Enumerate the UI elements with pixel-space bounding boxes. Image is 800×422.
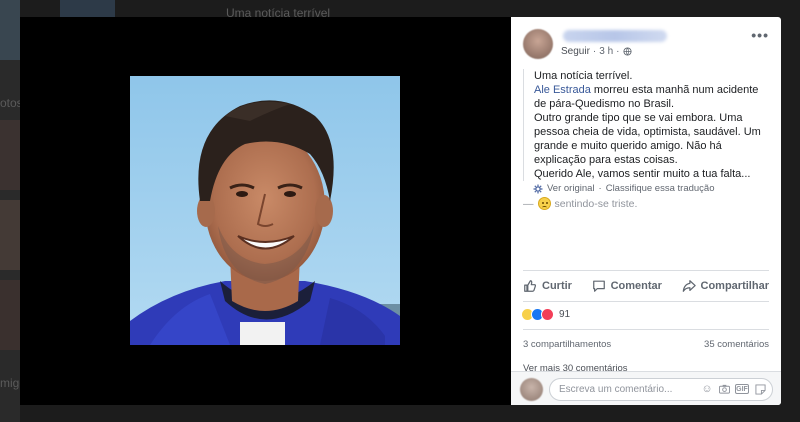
globe-icon[interactable] [622, 47, 632, 56]
see-original-link[interactable]: Ver original [547, 183, 595, 194]
post-photo[interactable] [130, 76, 400, 345]
view-more-comments-link[interactable]: Ver mais 30 comentários [523, 363, 628, 371]
like-label: Curtir [542, 280, 572, 292]
divider [523, 329, 769, 330]
camera-icon[interactable] [718, 383, 730, 395]
share-label: Compartilhar [700, 280, 769, 292]
feeling-text: sentindo-se triste. [554, 197, 638, 210]
feeling-row: — sentindo-se triste. [523, 197, 637, 210]
reaction-count: 91 [559, 309, 571, 320]
background-image [60, 0, 115, 18]
reaction-summary[interactable]: 91 [521, 308, 570, 321]
post-line: Querido Ale, vamos sentir muito a tua fa… [534, 168, 751, 180]
post-meta: Seguir · 3 h · [561, 46, 632, 57]
gif-icon[interactable]: GIF [735, 384, 749, 394]
meta-separator: · [592, 46, 597, 57]
background-thumbnail [0, 280, 20, 350]
sad-face-icon [537, 197, 551, 210]
divider [523, 301, 769, 302]
like-button[interactable]: Curtir [523, 279, 572, 293]
background-thumbnail [0, 200, 20, 270]
composer-icons: ☺ GIF [701, 383, 766, 395]
comment-input[interactable]: Escreva um comentário... ☺ GIF [549, 378, 773, 401]
comments-count[interactable]: 35 comentários [704, 339, 769, 350]
portrait-image [130, 76, 400, 345]
comment-label: Comentar [610, 280, 662, 292]
thumbs-up-icon [524, 280, 537, 292]
comment-composer: Escreva um comentário... ☺ GIF [511, 371, 781, 405]
post-time[interactable]: 3 h [599, 46, 613, 57]
post-text: Uma notícia terrível. Ale Estrada morreu… [523, 69, 771, 181]
background-thumbnail [0, 120, 20, 190]
post-line: Ale Estrada morreu esta manhã num aciden… [534, 83, 771, 111]
sticker-icon[interactable] [754, 383, 766, 395]
meta-separator: · [616, 46, 620, 57]
post-line: Uma notícia terrível. [534, 70, 633, 82]
feeling-dash: — [523, 197, 534, 210]
share-icon [682, 280, 696, 292]
separator: · [598, 183, 602, 194]
mention-link[interactable]: Ale Estrada [534, 84, 591, 96]
author-name-blurred[interactable] [563, 30, 667, 42]
gear-icon [533, 184, 543, 193]
translation-row: Ver original · Classifique essa tradução [533, 183, 715, 194]
comment-icon [592, 280, 605, 292]
follow-link[interactable]: Seguir [561, 46, 590, 57]
author-avatar[interactable] [523, 29, 553, 59]
comment-button[interactable]: Comentar [592, 279, 662, 293]
divider [523, 270, 769, 271]
post-actions: Curtir Comentar Compartilhar [523, 275, 769, 297]
rate-translation-link[interactable]: Classifique essa tradução [606, 183, 715, 194]
photo-viewer [20, 17, 511, 405]
share-button[interactable]: Compartilhar [682, 279, 769, 293]
love-reaction-icon [541, 308, 554, 321]
emoji-icon[interactable]: ☺ [701, 383, 713, 395]
more-options-button[interactable]: ••• [751, 27, 769, 43]
viewer-avatar [520, 378, 543, 401]
shares-count[interactable]: 3 compartilhamentos [523, 339, 611, 350]
post-line: Outro grande tipo que se vai embora. Uma… [534, 112, 761, 166]
post-panel: Seguir · 3 h · ••• Uma notícia terrível.… [511, 17, 781, 405]
comment-placeholder: Escreva um comentário... [559, 384, 673, 395]
background-thumbnail [0, 0, 20, 60]
